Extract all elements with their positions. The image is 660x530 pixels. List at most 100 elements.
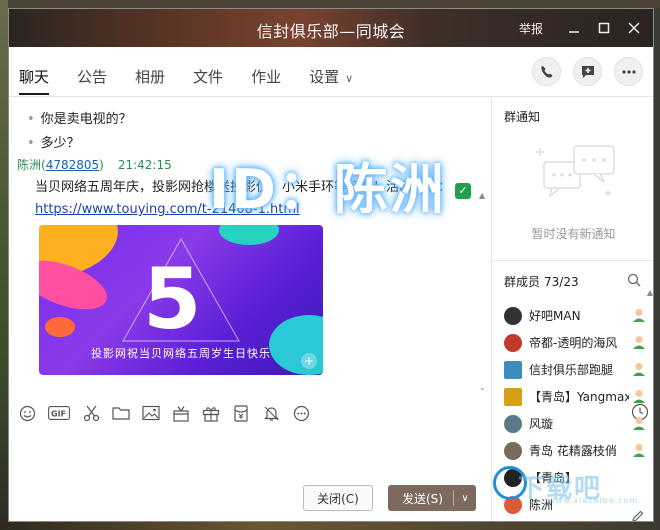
promo-big-number: 5 (143, 250, 202, 348)
member-item[interactable]: 信封俱乐部跑腿 (492, 356, 653, 383)
add-message-icon (581, 65, 594, 78)
more-tools-button[interactable] (291, 403, 311, 423)
tab-album[interactable]: 相册 (135, 66, 165, 95)
member-name: 青岛 花精露枝俏 (529, 444, 617, 458)
group-side-panel: 群通知 暂时没有新通知 群成员 73/23 ▲ 好吧MAN 帝都-透明的海风 信封… (491, 98, 653, 521)
red-packet-icon (234, 404, 248, 422)
chevron-down-icon: ∨ (345, 72, 354, 85)
member-name: 信封俱乐部跑腿 (529, 363, 614, 377)
tab-chat[interactable]: 聊天 (19, 66, 50, 95)
member-search-button[interactable] (627, 273, 641, 290)
empty-notice-text: 暂时没有新通知 (531, 227, 616, 241)
message-time: 21:42:15 (117, 158, 172, 172)
promo-image[interactable]: 5 投影网祝当贝网络五周岁生日快乐 + (39, 225, 323, 375)
safe-link-shield-icon: ✓ (455, 182, 472, 199)
tab-settings-label: 设置 (309, 68, 340, 86)
empty-notice-illustration-icon (536, 145, 615, 198)
avatar (504, 441, 522, 460)
maximize-button[interactable] (591, 17, 617, 39)
header-actions (520, 57, 643, 86)
close-chat-button[interactable]: 关闭(C) (303, 485, 373, 511)
member-item[interactable]: 帝都-透明的海风 (492, 329, 653, 356)
sender-qq[interactable]: 4782805 (46, 158, 99, 172)
avatar (504, 360, 522, 379)
notification-button[interactable] (261, 403, 281, 423)
gift-box-icon (173, 405, 189, 422)
send-button[interactable]: 发送(S) ∨ (388, 485, 476, 511)
user-role-icon (631, 334, 647, 353)
tab-announcement[interactable]: 公告 (77, 66, 107, 95)
member-item[interactable]: 青岛 花精露枝俏 (492, 437, 653, 464)
emoji-button[interactable] (17, 403, 37, 423)
scroll-up-icon[interactable]: ▲ (479, 191, 485, 200)
avatar (504, 387, 522, 406)
message-text: 你是卖电视的？ (40, 112, 132, 127)
maximize-icon (598, 22, 610, 34)
tab-homework[interactable]: 作业 (251, 66, 281, 95)
avatar (504, 333, 522, 352)
member-name: 【青岛】Yangmax (529, 390, 629, 404)
close-button[interactable] (621, 17, 647, 39)
bullet-icon: • (27, 136, 35, 151)
member-item[interactable]: 好吧MAN (492, 302, 653, 329)
chevron-down-icon[interactable]: ∨ (454, 493, 476, 504)
gif-icon: GIF (48, 406, 70, 420)
message-text: 多少？ (40, 136, 80, 151)
user-role-icon (631, 307, 647, 326)
gif-button[interactable]: GIF (47, 403, 71, 423)
scroll-up-icon[interactable]: ▲ (647, 288, 653, 297)
message-input[interactable] (9, 429, 491, 489)
sender-name[interactable]: 陈洲 (17, 158, 41, 172)
avatar (504, 306, 522, 325)
gift-icon (202, 406, 220, 422)
edit-button[interactable] (631, 509, 645, 521)
member-item[interactable]: 【青岛】Yangmax (492, 383, 653, 410)
user-role-icon (631, 388, 647, 407)
add-icon[interactable]: + (301, 353, 317, 369)
bell-icon (263, 406, 279, 421)
title-bar[interactable]: 信封俱乐部—同城会 举报 (9, 9, 653, 47)
tab-settings[interactable]: 设置 ∨ (309, 66, 353, 95)
input-toolbar: GIF (9, 399, 491, 427)
folder-icon (112, 407, 130, 420)
tab-files[interactable]: 文件 (193, 66, 223, 95)
member-name: 好吧MAN (529, 309, 581, 323)
file-button[interactable] (111, 403, 131, 423)
group-chat-window: 信封俱乐部—同城会 举报 聊天 公告 相册 文件 作业 设置 ∨ • 你是卖电视… (8, 8, 654, 522)
minimize-button[interactable] (561, 17, 587, 39)
desktop-background-left (0, 0, 8, 530)
members-header: 群成员 73/23 (504, 273, 579, 290)
desktop-background-bottom (0, 522, 660, 530)
image-icon (142, 405, 160, 421)
add-message-button[interactable] (573, 57, 602, 86)
phone-icon (540, 65, 552, 78)
chat-message-area[interactable]: • 你是卖电视的？ • 多少？ 陈洲(4782805) 21:42:15 当贝网络五周… (9, 98, 491, 398)
svg-text:GIF: GIF (51, 410, 66, 419)
user-role-icon (631, 442, 647, 461)
chat-line: • 你是卖电视的？ (27, 108, 132, 127)
screenshot-button[interactable] (81, 403, 101, 423)
id-watermark: ID：陈洲 (209, 158, 446, 221)
tab-list: 聊天 公告 相册 文件 作业 设置 ∨ (19, 66, 381, 95)
group-notice-title: 群通知 (504, 110, 541, 124)
chat-line: • 多少？ (27, 132, 80, 151)
members-count: 73/23 (544, 275, 579, 289)
send-button-label: 发送(S) (402, 491, 443, 506)
tab-bar: 聊天 公告 相册 文件 作业 设置 ∨ (9, 47, 653, 97)
gift-button[interactable] (201, 403, 221, 423)
more-button[interactable] (614, 57, 643, 86)
panel-divider (492, 260, 653, 261)
gift-box-button[interactable] (171, 403, 191, 423)
member-name: 帝都-透明的海风 (529, 336, 618, 350)
voice-call-button[interactable] (532, 57, 561, 86)
member-name: 风璇 (529, 417, 554, 431)
search-icon (627, 273, 641, 287)
scroll-down-icon[interactable]: ⌄ (479, 383, 486, 392)
member-item[interactable]: 风璇 (492, 410, 653, 437)
report-button[interactable]: 举报 (519, 20, 543, 37)
red-packet-button[interactable] (231, 403, 251, 423)
members-title: 群成员 (504, 275, 541, 289)
bullet-icon: • (27, 112, 35, 127)
desktop-background-top (0, 0, 660, 8)
image-button[interactable] (141, 403, 161, 423)
